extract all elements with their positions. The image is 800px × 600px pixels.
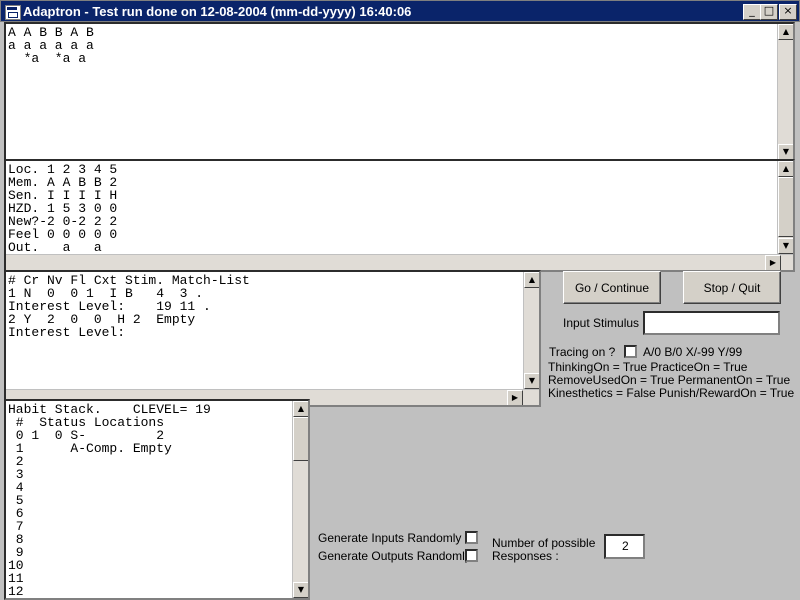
tracing-hint: A/0 B/0 X/-99 Y/99 xyxy=(643,345,743,359)
match-list-pane[interactable]: # Cr Nv Fl Cxt Stim. Match-List 1 N 0 0 … xyxy=(4,270,541,407)
generate-inputs-checkbox[interactable] xyxy=(465,531,478,544)
window-title: Adaptron - Test run done on 12-08-2004 (… xyxy=(23,4,412,19)
sequence-pane[interactable]: A A B B A B a a a a a a *a *a a ▲ ▼ xyxy=(4,22,795,162)
sequence-pane-vscroll[interactable]: ▲ ▼ xyxy=(777,24,793,160)
habit-stack-pane[interactable]: Habit Stack. CLEVEL= 19 # Status Locatio… xyxy=(4,399,310,600)
tracing-label: Tracing on ? xyxy=(549,345,616,359)
generate-inputs-label: Generate Inputs Randomly ? xyxy=(318,531,472,545)
generate-outputs-label: Generate Outputs Randomly? xyxy=(318,549,478,563)
scroll-down-arrow-icon[interactable]: ▼ xyxy=(778,144,793,160)
num-responses-label-line2: Responses : xyxy=(492,549,559,563)
scroll-down-arrow-icon[interactable]: ▼ xyxy=(524,373,539,389)
go-continue-button[interactable]: Go / Continue xyxy=(563,271,661,304)
sequence-text: A A B B A B a a a a a a *a *a a xyxy=(8,25,94,66)
minimize-button[interactable]: _ xyxy=(743,4,761,20)
tracing-checkbox[interactable] xyxy=(624,345,637,358)
scroll-down-arrow-icon[interactable]: ▼ xyxy=(293,582,308,598)
input-stimulus-field[interactable] xyxy=(643,311,780,335)
memory-pane[interactable]: Loc. 1 2 3 4 5 Mem. A A B B 2 Sen. I I I… xyxy=(4,159,795,272)
habit-stack-text: Habit Stack. CLEVEL= 19 # Status Locatio… xyxy=(8,402,211,599)
memory-pane-hscroll[interactable]: ▶ xyxy=(6,254,793,270)
memory-text: Loc. 1 2 3 4 5 Mem. A A B B 2 Sen. I I I… xyxy=(8,162,118,255)
scroll-thumb[interactable] xyxy=(778,177,793,237)
status-line-2: RemoveUsedOn = True PermanentOn = True xyxy=(548,373,791,387)
scroll-up-arrow-icon[interactable]: ▲ xyxy=(524,272,539,288)
num-responses-field[interactable]: 2 xyxy=(604,534,645,559)
scroll-right-arrow-icon[interactable]: ▶ xyxy=(765,255,781,270)
app-icon[interactable] xyxy=(5,5,21,20)
memory-pane-vscroll[interactable]: ▲ ▼ xyxy=(777,161,793,254)
match-list-vscroll[interactable]: ▲ ▼ xyxy=(523,272,539,389)
stop-quit-button[interactable]: Stop / Quit xyxy=(683,271,781,304)
scroll-down-arrow-icon[interactable]: ▼ xyxy=(778,238,793,254)
scroll-up-arrow-icon[interactable]: ▲ xyxy=(293,401,308,417)
scroll-up-arrow-icon[interactable]: ▲ xyxy=(778,24,793,40)
status-line-1: ThinkingOn = True PracticeOn = True xyxy=(548,360,748,374)
habit-stack-vscroll[interactable]: ▲ ▼ xyxy=(292,401,308,598)
scroll-thumb[interactable] xyxy=(293,417,308,461)
scroll-up-arrow-icon[interactable]: ▲ xyxy=(778,161,793,177)
match-list-text: # Cr Nv Fl Cxt Stim. Match-List 1 N 0 0 … xyxy=(8,273,250,340)
num-responses-label-line1: Number of possible xyxy=(492,536,596,550)
input-stimulus-label: Input Stimulus : xyxy=(563,316,646,330)
status-line-3: Kinesthetics = False Punish/RewardOn = T… xyxy=(548,386,795,400)
scroll-right-arrow-icon[interactable]: ▶ xyxy=(507,390,523,405)
maximize-button[interactable]: □ xyxy=(760,4,778,20)
generate-outputs-checkbox[interactable] xyxy=(465,549,478,562)
title-bar[interactable]: Adaptron - Test run done on 12-08-2004 (… xyxy=(0,0,800,22)
close-button[interactable]: × xyxy=(779,4,797,20)
